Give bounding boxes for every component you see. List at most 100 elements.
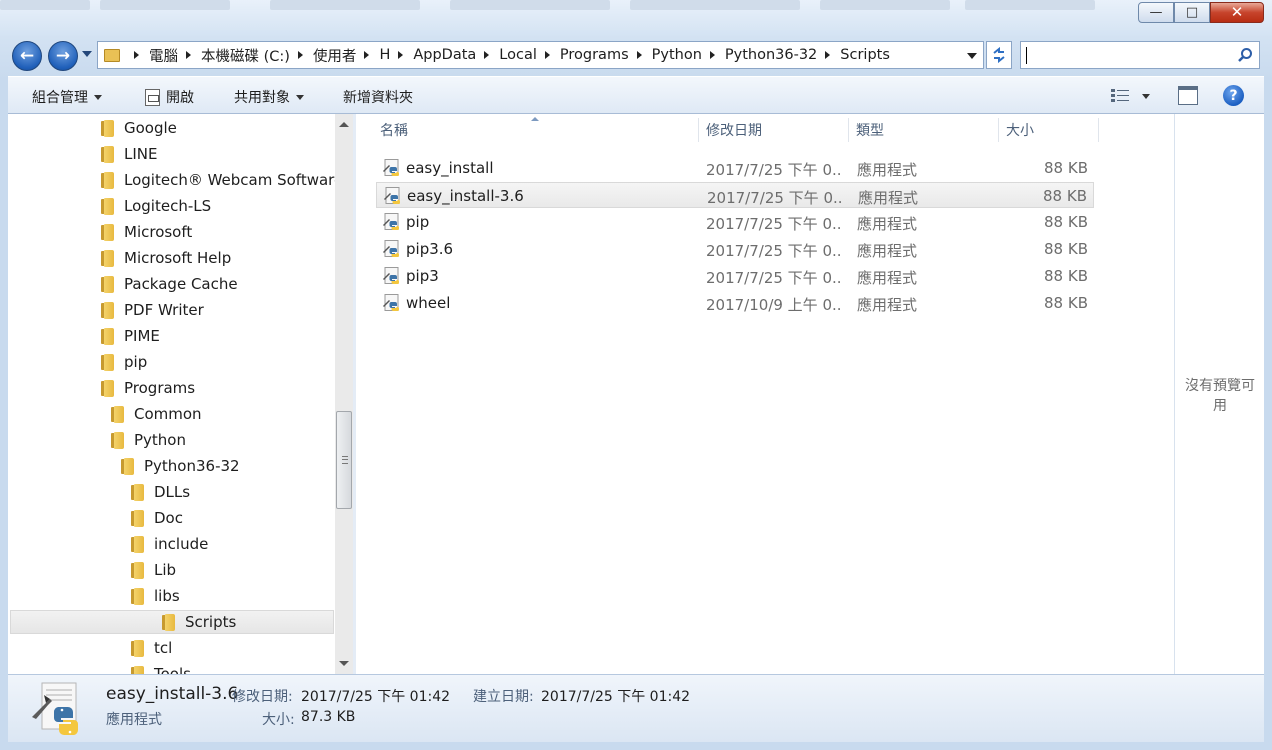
breadcrumb-item[interactable]: H — [379, 47, 390, 63]
breadcrumb-item[interactable]: 使用者 — [313, 45, 357, 66]
breadcrumb-item[interactable]: AppData — [413, 47, 476, 63]
view-dropdown-icon[interactable] — [1142, 94, 1150, 99]
tree-item-python[interactable]: Python — [111, 428, 186, 452]
file-row[interactable]: pip 2017/7/25 下午 0... 應用程式 88 KB — [376, 209, 1094, 235]
chevron-down-icon — [296, 94, 304, 100]
scroll-up-icon[interactable] — [339, 122, 349, 127]
tree-item-lib[interactable]: Lib — [131, 558, 176, 582]
command-bar: 組合管理 開啟 共用對象 新增資料夾 ? — [8, 76, 1264, 114]
file-name: pip3 — [406, 267, 439, 285]
tree-item-scripts[interactable]: Scripts — [10, 610, 334, 634]
tree-item-label: Package Cache — [124, 275, 238, 293]
file-type: 應用程式 — [857, 296, 918, 314]
column-header-size[interactable]: 大小 — [1006, 114, 1034, 146]
tree-item-common[interactable]: Common — [111, 402, 202, 426]
column-header-name[interactable]: 名稱 — [380, 114, 408, 146]
refresh-button[interactable] — [986, 41, 1012, 69]
tree-item-logitech-ls[interactable]: Logitech-LS — [101, 194, 211, 218]
file-row[interactable]: wheel 2017/10/9 上午 0... 應用程式 88 KB — [376, 290, 1094, 316]
address-bar[interactable]: 電腦 本機磁碟 (C:) 使用者 H AppData Local Programs Pytho… — [97, 41, 984, 69]
tree-item-line[interactable]: LINE — [101, 142, 157, 166]
tree-item-package-cache[interactable]: Package Cache — [101, 272, 238, 296]
column-divider[interactable] — [1098, 118, 1099, 142]
recent-pages-dropdown[interactable] — [82, 51, 92, 57]
tree-item-label: Tools — [154, 665, 191, 674]
scroll-thumb[interactable] — [336, 411, 352, 509]
breadcrumb-item[interactable]: Scripts — [840, 47, 890, 63]
breadcrumb-item[interactable]: Local — [499, 47, 537, 63]
tree-item-doc[interactable]: Doc — [131, 506, 183, 530]
tree-item-google[interactable]: Google — [101, 116, 177, 140]
breadcrumb-separator-icon[interactable] — [484, 51, 490, 59]
column-divider[interactable] — [698, 118, 699, 142]
breadcrumb-separator-icon[interactable] — [825, 51, 831, 59]
breadcrumb-separator-icon[interactable] — [186, 51, 191, 59]
organize-button[interactable]: 組合管理 — [32, 87, 102, 107]
tree-item-microsoft[interactable]: Microsoft — [101, 220, 192, 244]
file-row[interactable]: easy_install-3.6 2017/7/25 下午 0... 應用程式 88 … — [376, 182, 1094, 208]
forward-arrow-icon: → — [55, 45, 71, 66]
new-folder-button[interactable]: 新增資料夾 — [343, 87, 413, 107]
breadcrumb-separator-icon[interactable] — [636, 51, 642, 59]
breadcrumb-separator-icon[interactable] — [544, 51, 550, 59]
address-dropdown-icon[interactable] — [967, 53, 977, 59]
file-date: 2017/10/9 上午 0... — [706, 296, 840, 314]
column-divider[interactable] — [848, 118, 849, 142]
tree-item-tools[interactable]: Tools — [131, 662, 191, 674]
tree-item-programs[interactable]: Programs — [101, 376, 195, 400]
tree-item-include[interactable]: include — [131, 532, 208, 556]
column-header-type[interactable]: 類型 — [856, 114, 884, 146]
maximize-button[interactable]: □ — [1174, 2, 1210, 23]
tree-item-label: Microsoft — [124, 223, 193, 241]
scroll-down-icon[interactable] — [339, 661, 349, 666]
tree-item-libs[interactable]: libs — [131, 584, 180, 608]
folder-icon — [131, 665, 144, 674]
file-type: 應用程式 — [857, 269, 918, 287]
tree-item-pdf-writer[interactable]: PDF Writer — [101, 298, 204, 322]
file-size: 88 KB — [1043, 187, 1087, 205]
file-row[interactable]: pip3.6 2017/7/25 下午 0... 應用程式 88 KB — [376, 236, 1094, 262]
close-button[interactable]: ✕ — [1210, 2, 1264, 23]
tree-item-pime[interactable]: PIME — [101, 324, 160, 348]
explorer-window: — □ ✕ ← → 電腦 本機磁碟 (C:) 使用者 H AppData Local Pro… — [0, 0, 1272, 750]
tree-item-label: Microsoft Help — [124, 249, 232, 267]
share-button[interactable]: 共用對象 — [234, 87, 304, 107]
help-icon[interactable]: ? — [1223, 85, 1244, 106]
breadcrumb-separator-icon[interactable] — [297, 51, 303, 59]
breadcrumb-item[interactable]: Python36-32 — [725, 47, 817, 63]
python-script-icon — [32, 682, 79, 735]
tree-item-python36-32[interactable]: Python36-32 — [121, 454, 240, 478]
file-row[interactable]: easy_install 2017/7/25 下午 0... 應用程式 88 KB — [376, 155, 1094, 181]
column-divider[interactable] — [998, 118, 999, 142]
forward-button[interactable]: → — [48, 41, 78, 71]
breadcrumb-separator-icon[interactable] — [398, 51, 404, 59]
tree-item-logitech-webcam-software[interactable]: Logitech® Webcam Software — [101, 168, 343, 192]
tree-item-pip[interactable]: pip — [101, 350, 147, 374]
file-size: 88 KB — [1044, 267, 1088, 285]
tree-item-dlls[interactable]: DLLs — [131, 480, 190, 504]
search-icon[interactable] — [1237, 47, 1253, 63]
open-button[interactable]: 開啟 — [145, 87, 194, 107]
breadcrumb-separator-icon[interactable] — [134, 51, 139, 59]
file-type: 應用程式 — [858, 189, 919, 207]
file-date: 2017/7/25 下午 0... — [706, 161, 840, 179]
close-icon: ✕ — [1230, 3, 1244, 21]
view-options-icon[interactable] — [1111, 88, 1129, 103]
breadcrumb-item[interactable]: 本機磁碟 (C:) — [201, 45, 290, 66]
search-input[interactable] — [1020, 41, 1260, 69]
breadcrumb-separator-icon[interactable] — [709, 51, 715, 59]
file-row[interactable]: pip3 2017/7/25 下午 0... 應用程式 88 KB — [376, 263, 1094, 289]
back-button[interactable]: ← — [12, 41, 42, 71]
minimize-button[interactable]: — — [1138, 2, 1174, 23]
tree-item-tcl[interactable]: tcl — [131, 636, 172, 660]
tree-item-label: DLLs — [154, 483, 191, 501]
preview-pane-toggle-icon[interactable] — [1178, 86, 1198, 105]
tree-item-microsoft-help[interactable]: Microsoft Help — [101, 246, 231, 270]
tree-scrollbar[interactable] — [335, 114, 353, 674]
breadcrumb-item[interactable]: 電腦 — [149, 45, 178, 66]
file-size: 88 KB — [1044, 159, 1088, 177]
breadcrumb-item[interactable]: Python — [652, 47, 702, 63]
column-header-date[interactable]: 修改日期 — [706, 114, 762, 146]
breadcrumb-separator-icon[interactable] — [364, 51, 370, 59]
breadcrumb-item[interactable]: Programs — [560, 47, 629, 63]
